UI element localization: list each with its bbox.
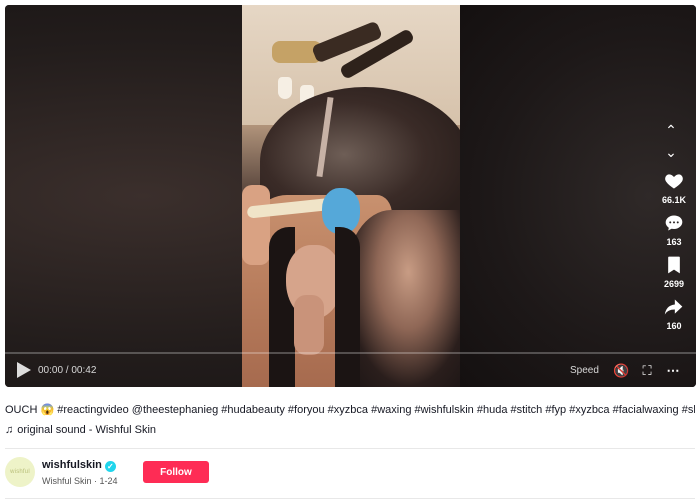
video-nav: ⌃ ⌄ xyxy=(659,119,683,165)
video-caption: OUCH 😱 #reactingvideo @theestephanieg #h… xyxy=(5,404,695,416)
verified-badge-icon: ✓ xyxy=(104,461,116,472)
share-icon[interactable] xyxy=(650,297,696,319)
divider xyxy=(5,448,695,449)
mute-icon[interactable]: 🔇 xyxy=(613,363,629,379)
play-button[interactable] xyxy=(17,362,35,380)
music-note-icon: ♫ xyxy=(5,424,14,436)
bookmark-count: 2699 xyxy=(663,279,685,289)
play-icon xyxy=(17,362,31,378)
author-username-text[interactable]: wishfulskin xyxy=(42,459,102,471)
more-options-icon[interactable]: ⋯ xyxy=(665,363,681,379)
video-player[interactable]: ⌃ ⌄ 66.1K 163 2699 160 xyxy=(5,5,696,387)
fullscreen-icon[interactable]: ⛶ xyxy=(639,363,655,379)
like-count: 66.1K xyxy=(661,195,687,205)
action-bar: 66.1K 163 2699 160 xyxy=(650,171,696,339)
video-lamp xyxy=(278,77,292,99)
bookmark-icon[interactable] xyxy=(650,255,696,277)
comment-icon[interactable] xyxy=(650,213,696,235)
comment-count: 163 xyxy=(666,237,682,247)
progress-bar[interactable] xyxy=(5,352,696,354)
author-username[interactable]: wishfulskin ✓ xyxy=(42,459,116,472)
follow-button[interactable]: Follow xyxy=(143,461,209,483)
bookmark-action[interactable]: 2699 xyxy=(650,255,696,289)
comment-action[interactable]: 163 xyxy=(650,213,696,247)
sound-info[interactable]: ♫ original sound - Wishful Skin xyxy=(5,424,156,436)
avatar[interactable]: wishful xyxy=(5,457,35,487)
author-row: wishful wishfulskin ✓ Wishful Skin · 1-24… xyxy=(5,457,695,489)
speed-button[interactable]: Speed xyxy=(570,365,599,376)
chevron-down-icon[interactable]: ⌄ xyxy=(659,141,683,163)
video-hand xyxy=(242,185,270,265)
heart-icon[interactable] xyxy=(650,171,696,193)
reaction-hand xyxy=(294,295,324,355)
like-action[interactable]: 66.1K xyxy=(650,171,696,205)
player-controls: 00:00 / 00:42 Speed 🔇 ⛶ ⋯ xyxy=(5,356,696,386)
sound-label[interactable]: original sound - Wishful Skin xyxy=(17,424,156,436)
chevron-up-icon[interactable]: ⌃ xyxy=(659,119,683,141)
time-display: 00:00 / 00:42 xyxy=(38,365,97,376)
share-action[interactable]: 160 xyxy=(650,297,696,331)
divider xyxy=(5,498,695,499)
share-count: 160 xyxy=(666,321,682,331)
video-frame[interactable] xyxy=(242,5,460,387)
author-subline: Wishful Skin · 1-24 xyxy=(42,476,118,486)
